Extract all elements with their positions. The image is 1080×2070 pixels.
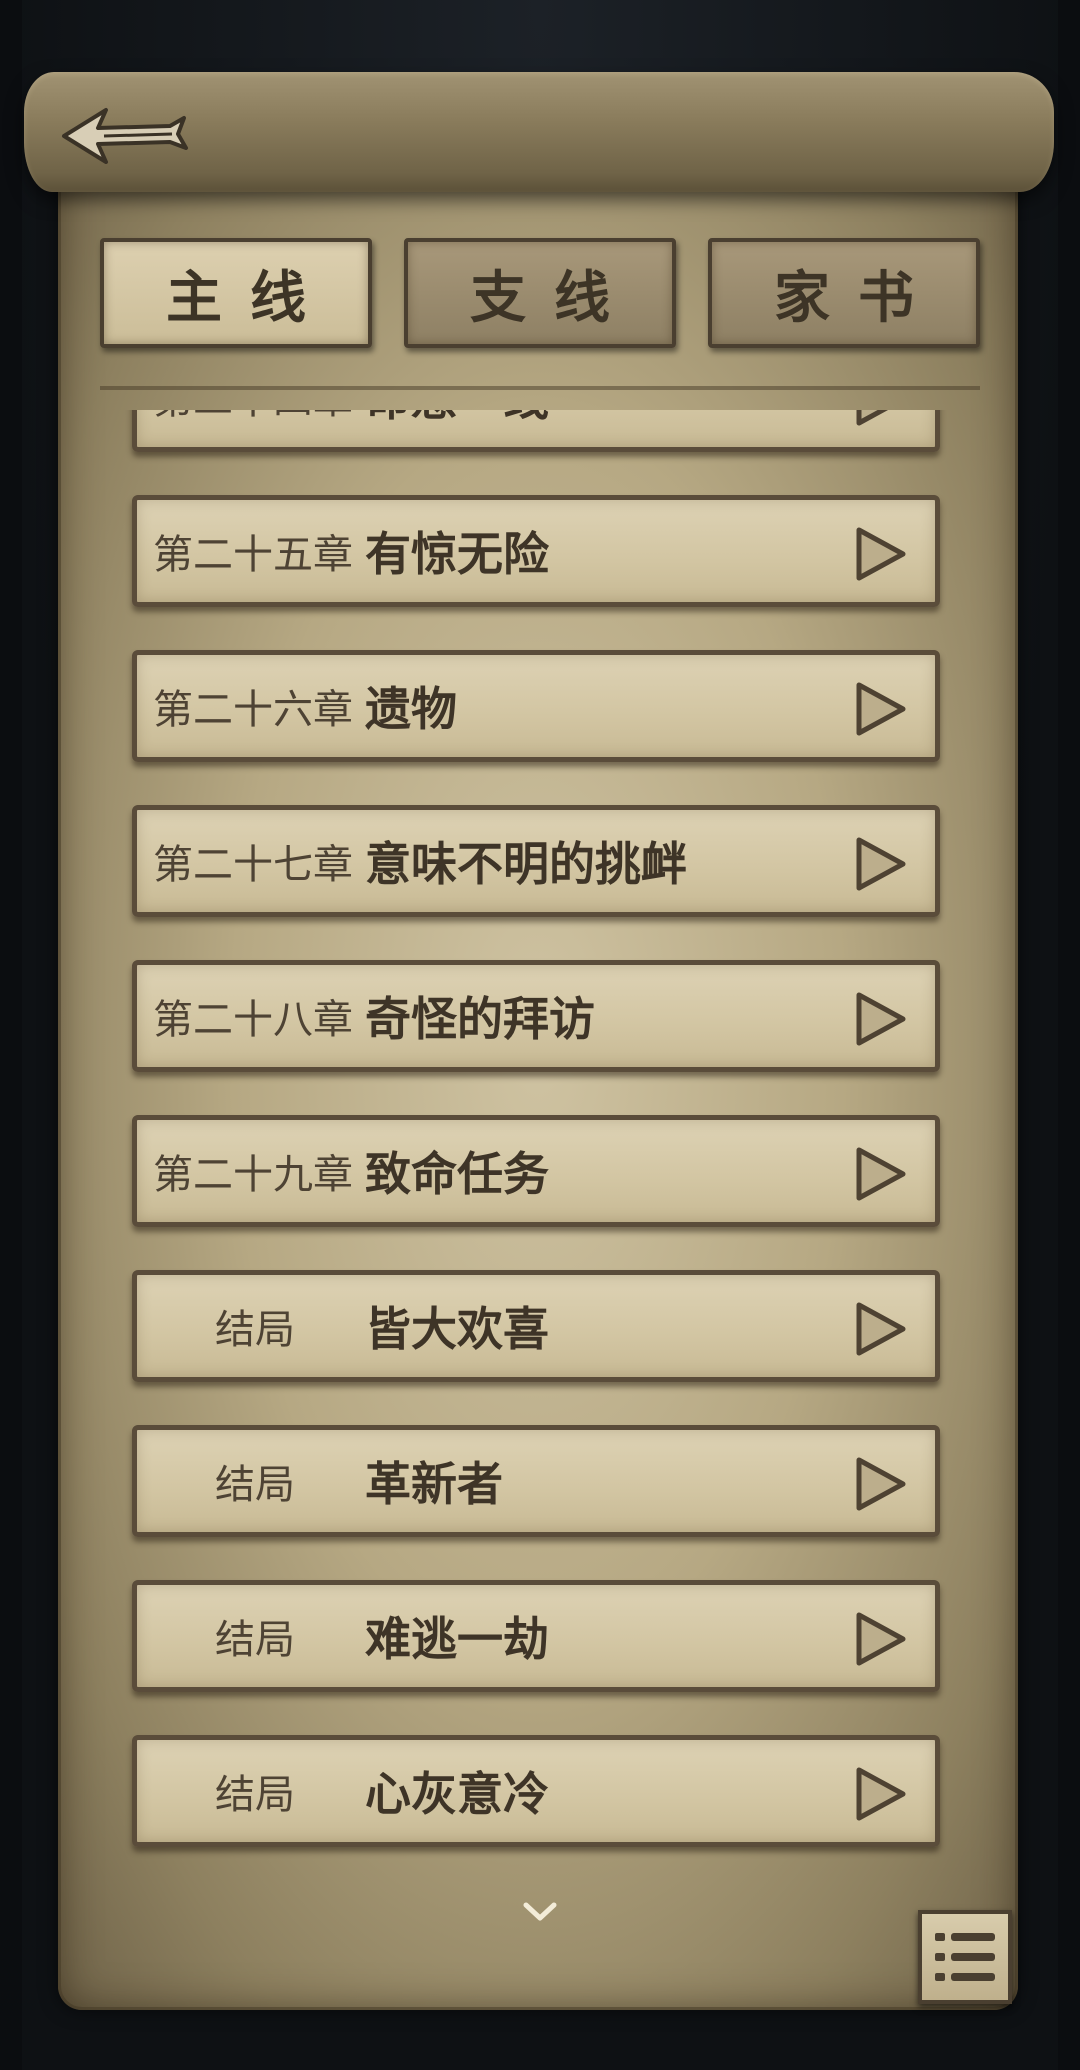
play-triangle-icon[interactable] (853, 1764, 909, 1824)
list-menu-icon (935, 1933, 995, 1981)
play-triangle-icon[interactable] (853, 989, 909, 1049)
chapter-row[interactable]: 第二十九章 致命任务 (132, 1115, 940, 1227)
ending-row[interactable]: 结局 革新者 (132, 1425, 940, 1537)
chapter-list-viewport[interactable]: 第二十四章 命悬一线 第二十五章 有惊无险 第二十六章 遗物 第二十七章 意味不… (120, 410, 960, 1860)
chapter-title: 奇怪的拜访 (365, 992, 595, 1046)
play-triangle-icon[interactable] (853, 834, 909, 894)
play-triangle-icon[interactable] (853, 1144, 909, 1204)
ending-title: 难逃一劫 (365, 1612, 549, 1666)
ending-label: 结局 (215, 1772, 295, 1818)
ending-label: 结局 (215, 1462, 295, 1508)
ending-title: 皆大欢喜 (365, 1302, 549, 1356)
chapter-row[interactable]: 第二十七章 意味不明的挑衅 (132, 805, 940, 917)
chapter-row[interactable]: 第二十四章 命悬一线 (132, 410, 940, 452)
chapter-title: 意味不明的挑衅 (365, 837, 687, 891)
chapter-title: 有惊无险 (365, 527, 549, 581)
play-triangle-icon[interactable] (853, 1454, 909, 1514)
play-triangle-icon[interactable] (853, 524, 909, 584)
chapter-number: 第二十五章 (153, 532, 353, 578)
chapter-number: 第二十六章 (153, 687, 353, 733)
chapter-title: 遗物 (365, 682, 457, 736)
chapter-row[interactable]: 第二十八章 奇怪的拜访 (132, 960, 940, 1072)
chapter-title: 致命任务 (365, 1147, 549, 1201)
play-triangle-icon[interactable] (853, 1299, 909, 1359)
game-screen: 主线 支线 家书 第二十四章 命悬一线 第二十五章 有惊无险 第二十六章 遗物 … (0, 0, 1080, 2070)
ending-label: 结局 (215, 1617, 295, 1663)
back-arrow-icon (62, 108, 188, 164)
tab-side-story[interactable]: 支线 (404, 238, 676, 348)
left-edge-shadow (0, 0, 22, 2070)
chapter-title: 命悬一线 (365, 410, 549, 447)
ending-row[interactable]: 结局 皆大欢喜 (132, 1270, 940, 1382)
chapter-number: 第二十八章 (153, 997, 353, 1043)
tab-main-story[interactable]: 主线 (100, 238, 372, 348)
play-triangle-icon[interactable] (853, 410, 909, 429)
ending-row[interactable]: 结局 心灰意冷 (132, 1735, 940, 1847)
tab-letters[interactable]: 家书 (708, 238, 980, 348)
ending-row[interactable]: 结局 难逃一劫 (132, 1580, 940, 1692)
chevron-down-icon[interactable] (522, 1900, 558, 1924)
ending-title: 革新者 (365, 1457, 503, 1511)
chapter-number: 第二十九章 (153, 1152, 353, 1198)
play-triangle-icon[interactable] (853, 679, 909, 739)
back-button[interactable] (60, 100, 190, 170)
chapter-number: 第二十七章 (153, 842, 353, 888)
chapter-number: 第二十四章 (153, 410, 353, 447)
play-triangle-icon[interactable] (853, 1609, 909, 1669)
menu-button[interactable] (918, 1910, 1012, 2004)
ending-label: 结局 (215, 1307, 295, 1353)
tab-divider (100, 386, 980, 390)
right-edge-shadow (1058, 0, 1080, 2070)
ending-title: 心灰意冷 (365, 1767, 549, 1821)
chapter-row[interactable]: 第二十六章 遗物 (132, 650, 940, 762)
chapter-row[interactable]: 第二十五章 有惊无险 (132, 495, 940, 607)
